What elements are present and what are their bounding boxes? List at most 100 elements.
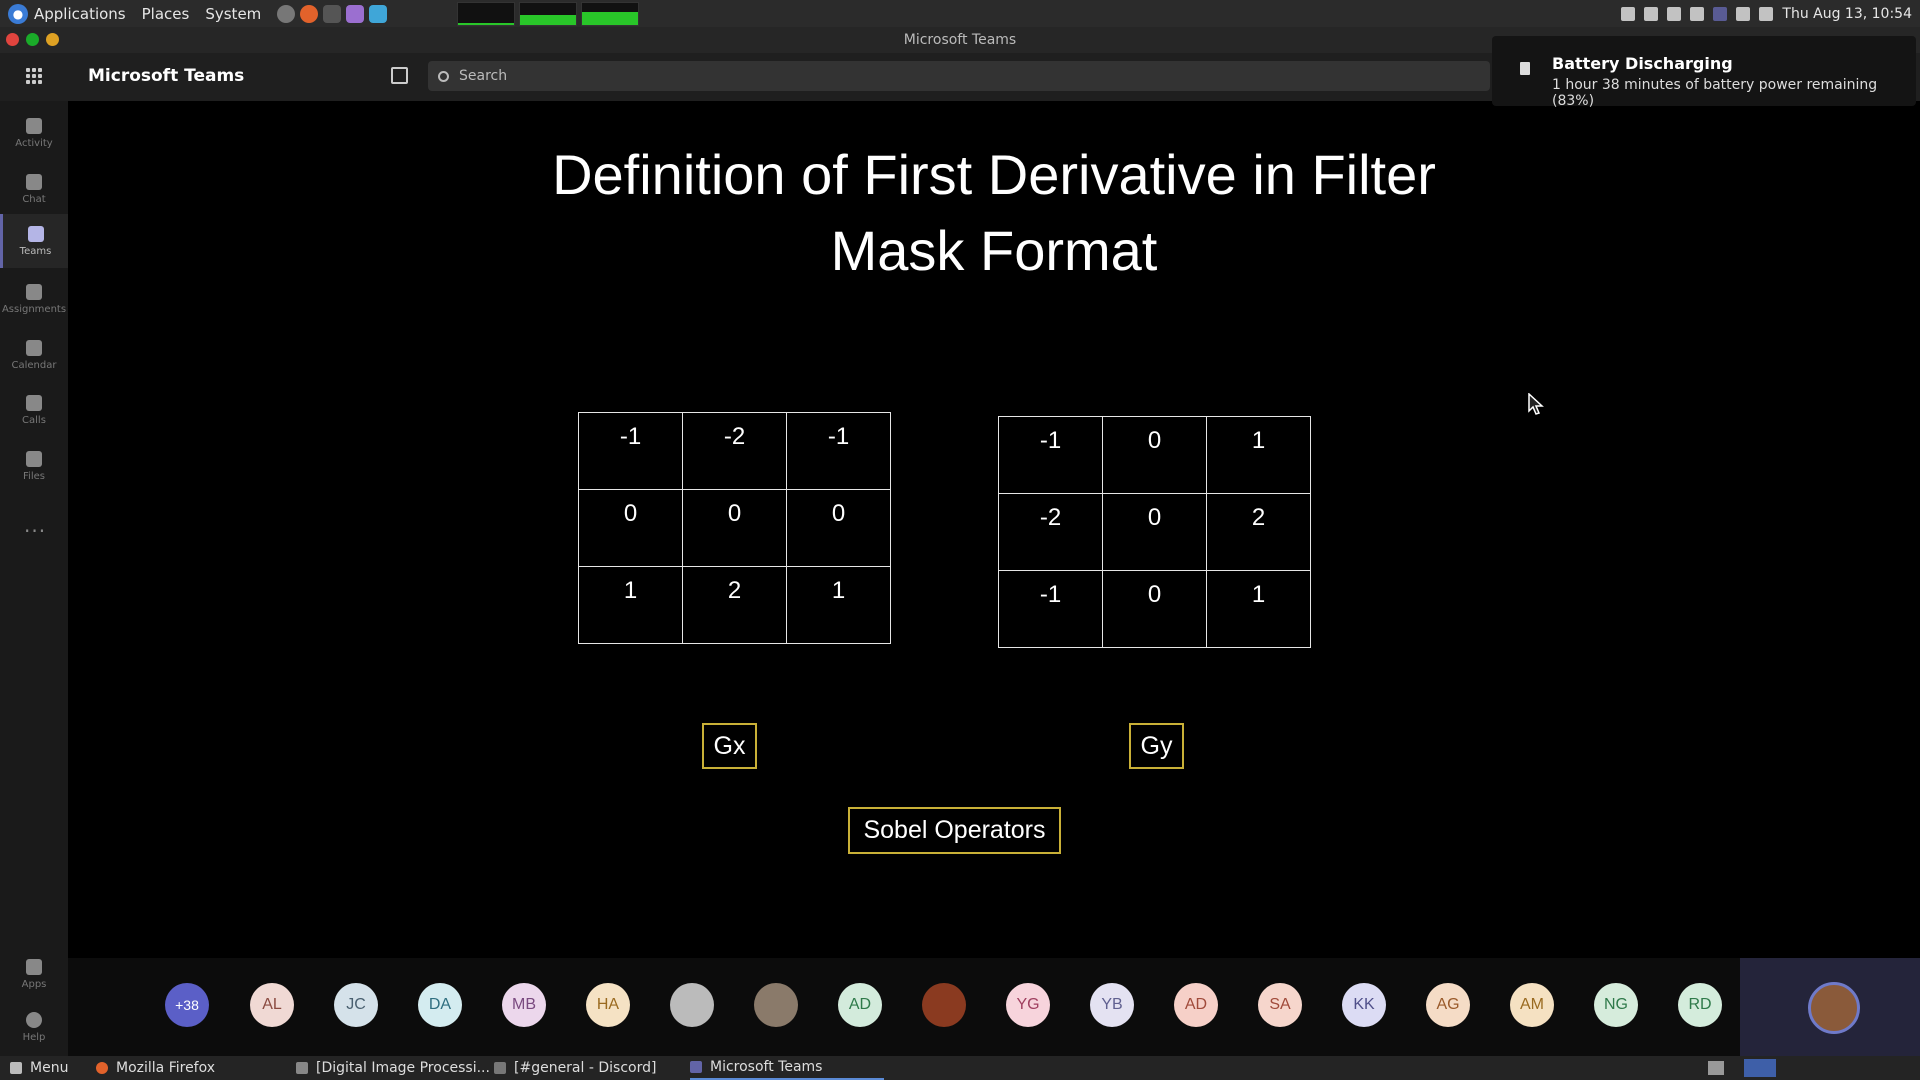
active-window-indicator[interactable] bbox=[1744, 1059, 1776, 1077]
self-video-tile[interactable] bbox=[1740, 958, 1920, 1056]
participant-avatar[interactable]: RD bbox=[1678, 983, 1722, 1027]
chat-icon bbox=[26, 173, 42, 190]
firefox-launcher-icon[interactable] bbox=[300, 4, 319, 23]
rail-label: Activity bbox=[15, 137, 53, 149]
mask-cell: 0 bbox=[578, 489, 683, 567]
participant-photo-avatar[interactable] bbox=[754, 983, 798, 1027]
microphone-icon[interactable] bbox=[1667, 6, 1682, 21]
settings-launcher-icon[interactable] bbox=[277, 4, 296, 23]
taskbar-item-teams[interactable]: Microsoft Teams bbox=[690, 1056, 884, 1080]
taskbar-item-document[interactable]: [Digital Image Processi... bbox=[296, 1056, 490, 1080]
rail-item-activity[interactable]: Activity bbox=[0, 106, 68, 160]
shared-screen-stage: Definition of First Derivative in Filter… bbox=[68, 101, 1920, 958]
clock[interactable]: Thu Aug 13, 10:54 bbox=[1782, 6, 1912, 22]
cpu-graph-fill bbox=[458, 22, 515, 25]
memory-graph-fill bbox=[520, 14, 577, 25]
more-apps-icon[interactable]: ··· bbox=[24, 519, 46, 543]
battery-notification[interactable]: Battery Discharging 1 hour 38 minutes of… bbox=[1492, 36, 1916, 109]
maximize-window-button[interactable] bbox=[26, 33, 39, 46]
participant-avatar[interactable]: MB bbox=[502, 983, 546, 1027]
participant-avatar[interactable]: AM bbox=[1510, 983, 1554, 1027]
taskbar-item-discord[interactable]: [#general - Discord] bbox=[494, 1056, 656, 1080]
teams-icon bbox=[690, 1061, 702, 1073]
mask-cell: -2 bbox=[998, 493, 1103, 571]
taskbar-label: [Digital Image Processi... bbox=[316, 1060, 490, 1076]
app-launcher-icon[interactable] bbox=[26, 68, 42, 84]
compose-icon[interactable] bbox=[391, 67, 408, 84]
participant-avatar[interactable]: AL bbox=[250, 983, 294, 1027]
bluetooth-icon[interactable] bbox=[1621, 6, 1636, 21]
search-bar[interactable]: Search bbox=[428, 61, 1490, 91]
notes-launcher-icon[interactable] bbox=[346, 4, 365, 23]
taskbar-item-firefox[interactable]: Mozilla Firefox bbox=[96, 1056, 215, 1080]
table-row: -1 0 1 bbox=[998, 570, 1311, 648]
app-name: Microsoft Teams bbox=[88, 66, 245, 86]
system-menu[interactable]: System bbox=[205, 5, 261, 23]
slide-title-line-2: Mask Format bbox=[830, 219, 1158, 282]
system-tray: Thu Aug 13, 10:54 bbox=[1621, 0, 1912, 27]
phone-icon bbox=[26, 394, 42, 411]
participant-avatar[interactable]: HA bbox=[586, 983, 630, 1027]
help-icon bbox=[26, 1011, 42, 1028]
participant-avatar[interactable]: JC bbox=[334, 983, 378, 1027]
gy-label: Gy bbox=[1129, 723, 1184, 769]
rail-item-help[interactable]: Help bbox=[0, 1000, 68, 1054]
participant-avatar[interactable]: KK bbox=[1342, 983, 1386, 1027]
rail-item-calls[interactable]: Calls bbox=[0, 383, 68, 437]
menu-grid-icon bbox=[10, 1062, 22, 1074]
participant-avatar[interactable]: NG bbox=[1594, 983, 1638, 1027]
table-row: -2 0 2 bbox=[998, 493, 1311, 571]
mask-cell: 1 bbox=[1206, 570, 1311, 648]
table-row: 1 2 1 bbox=[578, 566, 891, 644]
notification-title: Battery Discharging bbox=[1552, 54, 1733, 73]
table-row: -1 -2 -1 bbox=[578, 412, 891, 490]
firefox-icon bbox=[96, 1062, 108, 1074]
wifi-icon[interactable] bbox=[1736, 6, 1751, 21]
start-menu-button[interactable]: Menu bbox=[10, 1056, 68, 1080]
document-icon bbox=[296, 1062, 308, 1074]
participant-avatar[interactable]: AD bbox=[838, 983, 882, 1027]
gx-mask-table: -1 -2 -1 0 0 0 1 2 1 bbox=[578, 412, 891, 644]
document-launcher-icon[interactable] bbox=[369, 4, 388, 23]
app-rail: Activity Chat Teams Assignments Calendar… bbox=[0, 101, 68, 1056]
participant-avatar[interactable]: YB bbox=[1090, 983, 1134, 1027]
rail-item-assignments[interactable]: Assignments bbox=[0, 272, 68, 326]
participant-avatar[interactable]: SA bbox=[1258, 983, 1302, 1027]
workspace-switcher-icon[interactable] bbox=[1708, 1061, 1724, 1075]
minimize-window-button[interactable] bbox=[46, 33, 59, 46]
participant-avatar[interactable]: AD bbox=[1174, 983, 1218, 1027]
close-window-button[interactable] bbox=[6, 33, 19, 46]
system-panel: ● Applications Places System Thu Aug 13,… bbox=[0, 0, 1920, 27]
rail-item-calendar[interactable]: Calendar bbox=[0, 328, 68, 382]
rail-label: Apps bbox=[21, 978, 47, 990]
participant-avatar[interactable]: AG bbox=[1426, 983, 1470, 1027]
rail-label: Assignments bbox=[1, 303, 67, 315]
teams-icon bbox=[27, 225, 44, 242]
rail-label: Files bbox=[23, 470, 45, 482]
rail-label: Chat bbox=[22, 193, 46, 205]
overflow-participants-button[interactable]: +38 bbox=[165, 983, 209, 1027]
cpu-graph bbox=[457, 1, 516, 26]
distro-logo-icon[interactable]: ● bbox=[8, 3, 28, 24]
volume-icon[interactable] bbox=[1690, 6, 1705, 21]
participant-avatar[interactable]: DA bbox=[418, 983, 462, 1027]
teams-tray-icon[interactable] bbox=[1713, 6, 1728, 21]
mask-cell: 0 bbox=[786, 489, 891, 567]
apps-icon bbox=[26, 958, 42, 975]
rail-item-chat[interactable]: Chat bbox=[0, 162, 68, 216]
taskbar-label: Microsoft Teams bbox=[710, 1059, 823, 1075]
mask-cell: 0 bbox=[1102, 570, 1207, 648]
applications-menu[interactable]: Applications bbox=[34, 5, 126, 23]
terminal-launcher-icon[interactable] bbox=[323, 4, 342, 23]
presenter-avatar bbox=[1808, 982, 1860, 1034]
rail-item-teams[interactable]: Teams bbox=[0, 214, 68, 268]
participant-photo-avatar[interactable] bbox=[922, 983, 966, 1027]
participant-avatar[interactable]: YG bbox=[1006, 983, 1050, 1027]
participant-photo-avatar[interactable] bbox=[670, 983, 714, 1027]
places-menu[interactable]: Places bbox=[142, 5, 190, 23]
discord-tray-icon[interactable] bbox=[1644, 6, 1659, 21]
rail-item-files[interactable]: Files bbox=[0, 439, 68, 493]
mouse-cursor-icon bbox=[1528, 393, 1544, 415]
rail-item-apps[interactable]: Apps bbox=[0, 947, 68, 1001]
battery-icon[interactable] bbox=[1759, 6, 1774, 21]
